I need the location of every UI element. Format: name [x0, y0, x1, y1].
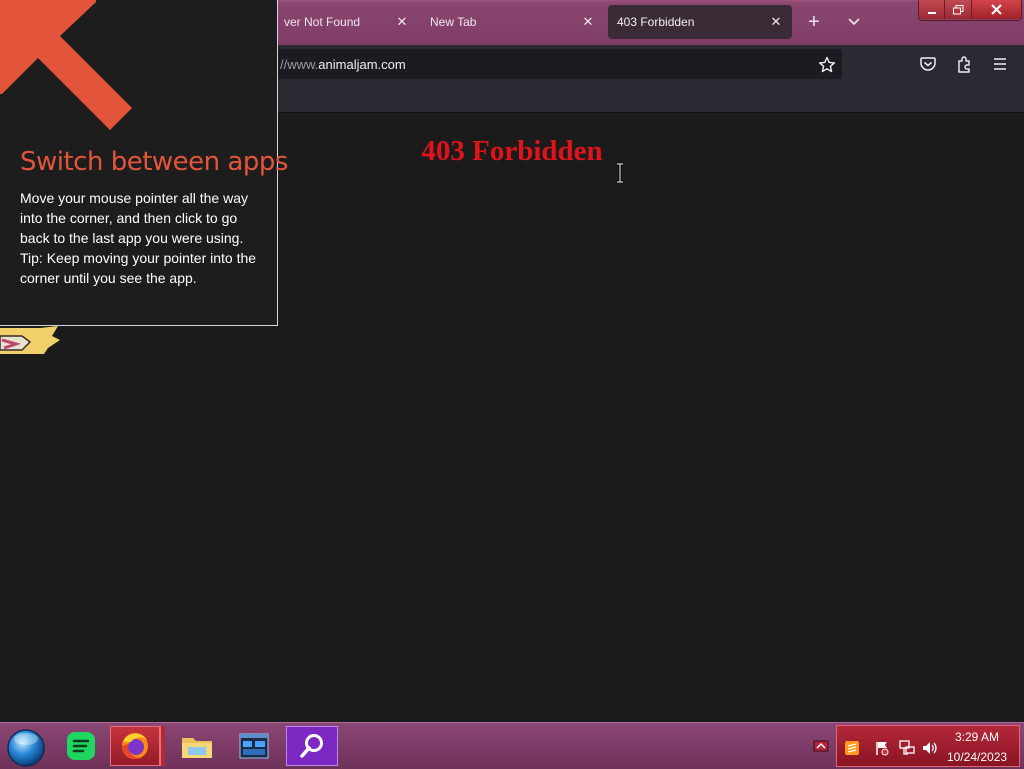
system-tray: 3:29 AM 10/24/2023: [836, 725, 1020, 767]
desktop-character-peek-icon: [0, 326, 60, 354]
sublime-text-icon[interactable]: [844, 740, 860, 756]
tab-close-icon[interactable]: ✕: [580, 14, 596, 30]
tip-body: Move your mouse pointer all the way into…: [20, 188, 260, 288]
start-orb-icon[interactable]: [6, 727, 46, 767]
bookmark-star-icon[interactable]: [817, 55, 837, 75]
tab-title: 403 Forbidden: [617, 15, 695, 29]
minimize-icon[interactable]: [919, 0, 946, 19]
tab-new-tab[interactable]: New Tab ✕: [420, 5, 606, 39]
taskbar: 3:29 AM 10/24/2023: [0, 722, 1024, 769]
volume-icon[interactable]: [922, 740, 938, 756]
list-all-tabs-chevron-icon[interactable]: [840, 9, 868, 35]
extensions-icon[interactable]: [954, 54, 974, 74]
spotify-icon[interactable]: [56, 726, 106, 766]
firefox-stack-edge: [160, 726, 165, 766]
network-icon[interactable]: [899, 740, 915, 756]
task-manager-icon[interactable]: [229, 726, 279, 766]
tip-hint: Tip: Keep moving your pointer into the c…: [20, 250, 257, 286]
switch-apps-tip-panel: Switch between apps Move your mouse poin…: [0, 0, 288, 326]
clock-time[interactable]: 3:29 AM: [955, 730, 999, 744]
url-bar[interactable]: //www.animaljam.com: [262, 49, 842, 79]
search-app-icon[interactable]: [286, 726, 338, 766]
tab-title: New Tab: [430, 15, 477, 29]
pocket-icon[interactable]: [918, 54, 938, 74]
clock-date[interactable]: 10/24/2023: [947, 750, 1007, 764]
url-text[interactable]: //www.animaljam.com: [280, 57, 406, 72]
restore-icon[interactable]: [945, 0, 972, 19]
url-host: animaljam.com: [318, 57, 406, 72]
tip-title: Switch between apps: [20, 147, 288, 177]
tab-403-forbidden[interactable]: 403 Forbidden ✕: [608, 5, 792, 39]
url-prefix: //www.: [280, 57, 319, 72]
new-tab-button[interactable]: +: [800, 9, 828, 35]
close-icon[interactable]: [971, 0, 1021, 19]
firefox-icon[interactable]: [110, 726, 160, 766]
text-cursor-icon: [617, 163, 623, 183]
tab-close-icon[interactable]: ✕: [394, 14, 410, 30]
corner-arrow-icon: [0, 0, 132, 130]
tab-close-icon[interactable]: ✕: [768, 14, 784, 30]
tab-title: ver Not Found: [284, 15, 361, 29]
file-explorer-icon[interactable]: [172, 726, 222, 766]
window-caption-buttons: [918, 0, 1022, 21]
action-center-flag-icon[interactable]: [874, 740, 890, 756]
tab-server-not-found[interactable]: ver Not Found ✕: [272, 5, 420, 39]
show-hidden-icons-icon[interactable]: [813, 739, 829, 753]
menu-icon[interactable]: [990, 54, 1010, 74]
tip-instructions: Move your mouse pointer all the way into…: [20, 190, 248, 246]
